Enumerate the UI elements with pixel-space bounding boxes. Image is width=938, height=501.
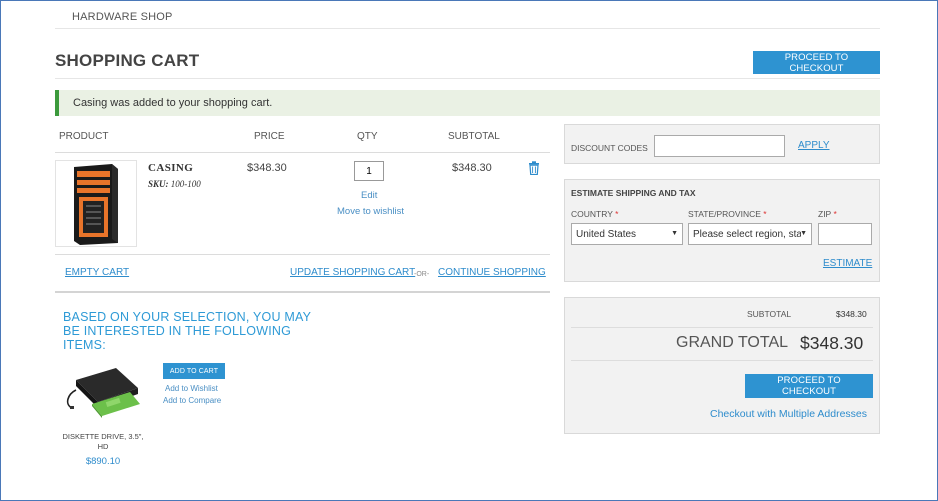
- proceed-to-checkout-top-button[interactable]: PROCEED TO CHECKOUT: [753, 51, 880, 74]
- estimate-link[interactable]: ESTIMATE: [823, 258, 872, 269]
- subtotal-value: $348.30: [836, 309, 867, 319]
- discount-code-input[interactable]: [654, 135, 785, 157]
- product-sku: SKU: 100-100: [148, 179, 201, 189]
- add-to-wishlist-link[interactable]: Add to Wishlist: [165, 384, 218, 393]
- table-header-divider: [55, 152, 550, 153]
- trash-icon[interactable]: [528, 161, 540, 180]
- crosssell-product-name[interactable]: DISKETTE DRIVE, 3.5", HD: [60, 432, 146, 452]
- empty-cart-link[interactable]: EMPTY CART: [65, 267, 129, 278]
- state-label-text: STATE/PROVINCE: [688, 209, 761, 219]
- zip-input[interactable]: [818, 223, 872, 245]
- proceed-to-checkout-button[interactable]: PROCEED TO CHECKOUT: [745, 374, 873, 398]
- success-message: Casing was added to your shopping cart.: [55, 90, 880, 116]
- success-message-text: Casing was added to your shopping cart.: [73, 97, 273, 109]
- column-header-subtotal: SUBTOTAL: [448, 131, 500, 142]
- country-select[interactable]: United States ▼: [571, 223, 683, 245]
- totals-divider: [571, 327, 873, 328]
- update-shopping-cart-link[interactable]: UPDATE SHOPPING CART: [290, 267, 415, 278]
- grand-total-value: $348.30: [800, 333, 864, 353]
- or-separator: -OR-: [414, 271, 430, 278]
- shipping-estimate-panel: ESTIMATE SHIPPING AND TAX COUNTRY * Unit…: [564, 179, 880, 282]
- column-header-qty: QTY: [357, 131, 378, 142]
- checkout-multiple-addresses-link[interactable]: Checkout with Multiple Addresses: [710, 408, 867, 420]
- state-select-value: Please select region, state: [693, 228, 801, 240]
- product-name[interactable]: CASING: [148, 162, 193, 174]
- shipping-panel-title: ESTIMATE SHIPPING AND TAX: [571, 188, 696, 198]
- discount-panel: DISCOUNT CODES APPLY: [564, 124, 880, 164]
- diskette-drive-image: [66, 368, 140, 418]
- crosssell-product-price: $890.10: [85, 456, 121, 467]
- continue-shopping-link[interactable]: CONTINUE SHOPPING: [438, 267, 546, 278]
- product-sku-value: 100-100: [170, 179, 201, 189]
- grand-total-label: GRAND TOTAL: [676, 334, 789, 351]
- crosssell-heading: BASED ON YOUR SELECTION, YOU MAY BE INTE…: [63, 310, 311, 352]
- add-to-compare-link[interactable]: Add to Compare: [163, 396, 221, 405]
- state-label: STATE/PROVINCE *: [688, 209, 767, 219]
- title-divider: [55, 78, 880, 79]
- state-required-mark: *: [763, 209, 767, 219]
- chevron-down-icon: ▼: [671, 230, 678, 237]
- chevron-down-icon: ▼: [800, 230, 807, 237]
- subtotal-label: SUBTOTAL: [747, 309, 792, 319]
- move-to-wishlist-link[interactable]: Move to wishlist: [337, 206, 404, 217]
- column-header-price: PRICE: [254, 131, 285, 142]
- store-name[interactable]: HARDWARE SHOP: [72, 11, 173, 23]
- zip-required-mark: *: [833, 209, 837, 219]
- quantity-input[interactable]: [354, 161, 384, 181]
- country-required-mark: *: [615, 209, 619, 219]
- edit-item-link[interactable]: Edit: [361, 190, 377, 201]
- country-label-text: COUNTRY: [571, 209, 613, 219]
- state-select[interactable]: Please select region, state ▼: [688, 223, 812, 245]
- actions-divider: [55, 291, 550, 293]
- add-to-cart-button[interactable]: ADD TO CART: [163, 363, 225, 379]
- header-divider: [55, 28, 880, 29]
- computer-case-image: [74, 164, 118, 245]
- totals-panel: SUBTOTAL $348.30 GRAND TOTAL $348.30 PRO…: [564, 297, 880, 434]
- product-sku-label: SKU:: [148, 179, 169, 189]
- column-header-product: PRODUCT: [59, 131, 109, 142]
- product-subtotal: $348.30: [452, 162, 492, 174]
- grand-total-divider: [571, 360, 873, 361]
- zip-label-text: ZIP: [818, 209, 832, 219]
- apply-discount-link[interactable]: APPLY: [798, 140, 830, 151]
- product-thumbnail-casing[interactable]: [55, 160, 137, 247]
- crosssell-thumbnail[interactable]: [62, 360, 142, 430]
- country-label: COUNTRY *: [571, 209, 618, 219]
- page-title: SHOPPING CART: [55, 51, 200, 70]
- zip-label: ZIP *: [818, 209, 837, 219]
- country-select-value: United States: [576, 228, 637, 240]
- discount-codes-label: DISCOUNT CODES: [571, 143, 648, 153]
- table-row-divider: [55, 254, 550, 255]
- product-price: $348.30: [247, 162, 287, 174]
